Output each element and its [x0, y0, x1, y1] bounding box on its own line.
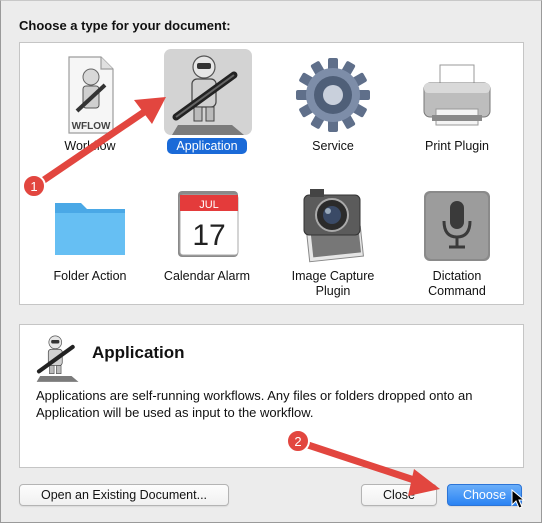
- type-label: Folder Action: [53, 269, 127, 283]
- type-workflow[interactable]: WFLOW Workflow: [28, 47, 152, 173]
- type-label-line-2: Plugin: [315, 284, 351, 298]
- type-label: Calendar Alarm: [163, 269, 251, 283]
- microphone-icon: [424, 191, 490, 261]
- calendar-icon: JUL 17: [178, 191, 239, 257]
- type-dictation-command[interactable]: Dictation Command: [395, 177, 519, 303]
- type-folder-action[interactable]: Folder Action: [28, 177, 152, 303]
- open-existing-document-button[interactable]: Open an Existing Document...: [19, 484, 229, 506]
- type-service[interactable]: Service: [271, 47, 395, 173]
- gear-icon: [296, 58, 370, 132]
- type-label-line-2: Command: [428, 284, 486, 298]
- type-label-line-1: Dictation: [432, 269, 482, 283]
- selected-label: Application: [167, 138, 247, 154]
- svg-text:17: 17: [192, 219, 225, 252]
- type-label: Image Capture Plugin: [271, 269, 395, 299]
- type-label: Workflow: [64, 139, 116, 153]
- camera-icon: [303, 189, 364, 263]
- type-label: Print Plugin: [425, 139, 489, 153]
- automator-robot-icon: [36, 335, 79, 382]
- folder-icon: [55, 203, 125, 255]
- type-label: Service: [312, 139, 354, 153]
- type-label: Dictation Command: [395, 269, 519, 299]
- automator-robot-icon: [172, 55, 244, 135]
- type-label-line-1: Image Capture: [291, 269, 375, 283]
- svg-text:WFLOW: WFLOW: [72, 121, 111, 132]
- description-text: Applications are self-running workflows.…: [36, 388, 473, 420]
- type-application[interactable]: Application: [145, 47, 269, 173]
- close-button[interactable]: Close: [361, 484, 437, 506]
- description-panel: Application Applications are self-runnin…: [19, 324, 524, 468]
- mouse-cursor-icon: [511, 489, 525, 509]
- dialog-heading: Choose a type for your document:: [19, 18, 231, 33]
- type-image-capture-plugin[interactable]: Image Capture Plugin: [271, 177, 395, 303]
- type-calendar-alarm[interactable]: JUL 17 Calendar Alarm: [145, 177, 269, 303]
- svg-text:JUL: JUL: [199, 199, 219, 211]
- printer-icon: [423, 64, 491, 126]
- type-label: Application: [145, 138, 269, 154]
- description-title: Application: [92, 343, 185, 362]
- document-type-grid: WFLOW Workflow Application Service Print…: [19, 42, 524, 305]
- workflow-document-icon: WFLOW: [68, 56, 114, 134]
- type-print-plugin[interactable]: Print Plugin: [395, 47, 519, 173]
